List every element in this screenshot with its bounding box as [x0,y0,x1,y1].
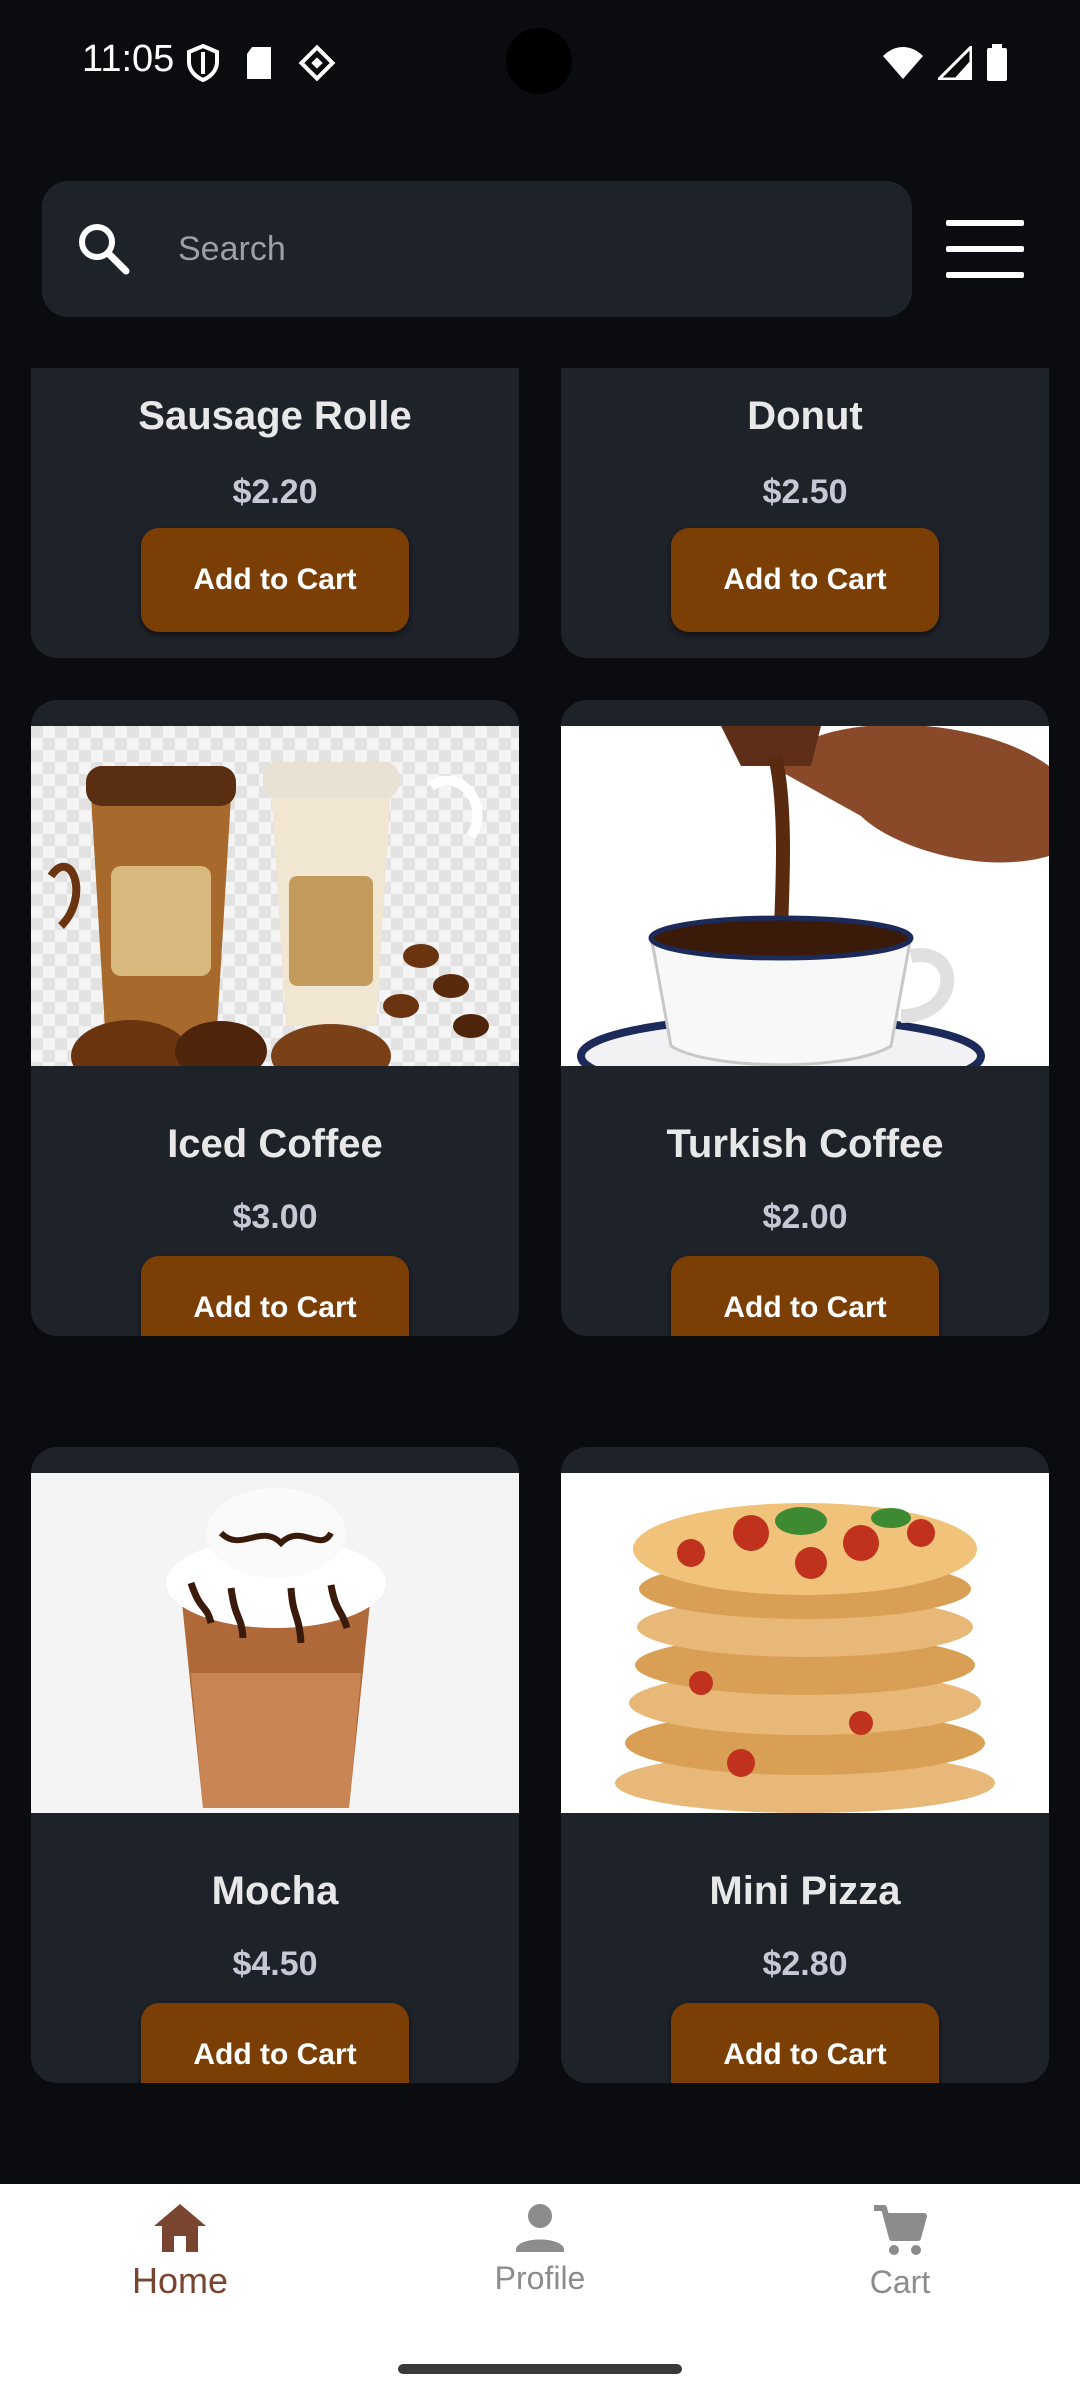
product-name: Mini Pizza [709,1869,901,1913]
cart-icon [874,2205,927,2255]
status-bar: 11:05 [0,0,1080,130]
product-card: Sausage Rolle $2.20 Add to Cart [31,368,519,658]
product-price: $2.50 [762,473,848,511]
product-name: Mocha [211,1869,339,1913]
add-to-cart-button[interactable]: Add to Cart [141,1256,409,1336]
product-price: $3.00 [232,1198,318,1236]
mocha-image [31,1473,519,1813]
product-grid[interactable]: Sausage Rolle $2.20 Add to Cart Donut $2… [0,368,1080,2183]
search-icon[interactable] [76,221,132,277]
nav-label-home: Home [131,2260,229,2301]
turkish-coffee-image [561,726,1049,1066]
product-card: Donut $2.50 Add to Cart [561,368,1049,658]
add-to-cart-button[interactable]: Add to Cart [671,528,939,632]
front-camera [506,28,572,94]
add-to-cart-button[interactable]: Add to Cart [671,2003,939,2083]
battery-icon [987,44,1007,81]
product-card: Mocha $4.50 Add to Cart [31,1447,519,2083]
shield-icon [187,44,219,82]
nav-item-profile[interactable]: Profile [440,2202,640,2332]
product-price: $4.50 [232,1945,318,1983]
signal-icon [938,46,972,80]
gesture-home-indicator[interactable] [398,2364,682,2374]
product-name: Donut [747,394,863,438]
search-input[interactable] [178,211,878,287]
status-icons-right [882,44,1008,82]
sd-card-icon [247,47,271,79]
add-to-cart-button[interactable]: Add to Cart [141,528,409,632]
nav-label-profile: Profile [494,2260,586,2296]
person-icon [516,2204,564,2252]
add-to-cart-button[interactable]: Add to Cart [671,1256,939,1336]
iced-coffee-image [31,726,519,1066]
status-time: 11:05 [82,38,175,80]
product-name: Sausage Rolle [138,394,412,438]
status-icons-left [186,44,336,82]
nav-label-cart: Cart [869,2264,931,2300]
product-name: Turkish Coffee [666,1122,944,1166]
product-card: Iced Coffee $3.00 Add to Cart [31,700,519,1336]
diamond-app-icon [298,44,336,82]
hamburger-menu-button[interactable] [940,218,1030,282]
product-price: $2.80 [762,1945,848,1983]
product-price: $2.20 [232,473,318,511]
product-card: Turkish Coffee $2.00 Add to Cart [561,700,1049,1336]
home-icon [154,2204,206,2252]
mini-pizza-image [561,1473,1049,1813]
nav-item-home[interactable]: Home [80,2202,280,2332]
product-price: $2.00 [762,1198,848,1236]
wifi-icon [883,47,923,79]
nav-item-cart[interactable]: Cart [800,2202,1000,2332]
product-name: Iced Coffee [167,1122,383,1166]
search-bar[interactable] [42,181,912,317]
product-card: Mini Pizza $2.80 Add to Cart [561,1447,1049,2083]
add-to-cart-button[interactable]: Add to Cart [141,2003,409,2083]
app-screen: 11:05 Search Sausage Rolle $2.20 Add to … [0,0,1080,2400]
